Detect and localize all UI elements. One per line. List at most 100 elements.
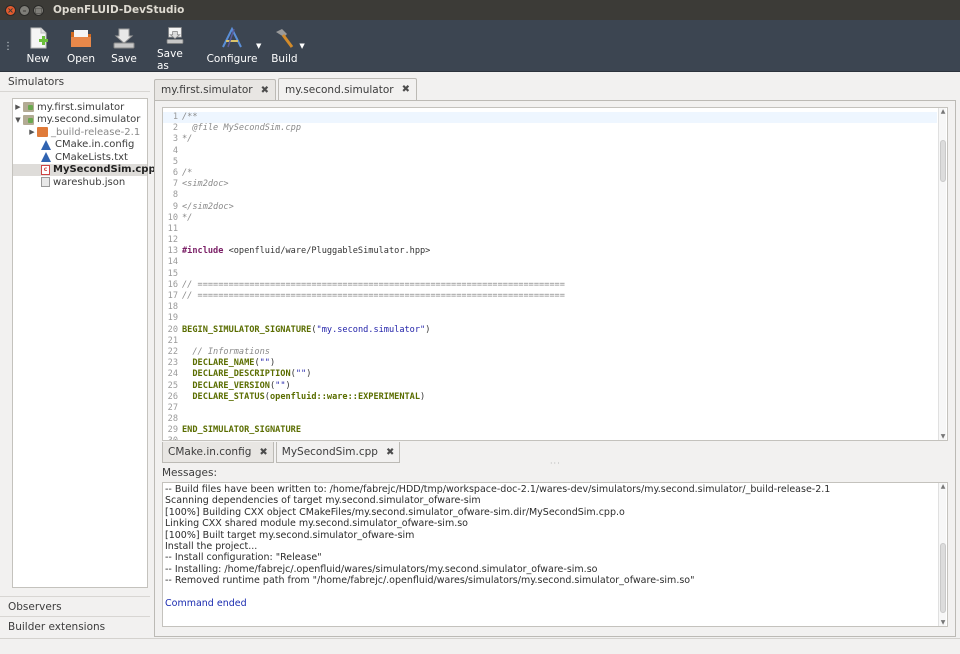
tab-my-second-simulator[interactable]: my.second.simulator ✖ [278,78,417,100]
code-text: DECLARE_STATUS(openfluid::ware::EXPERIME… [182,392,425,403]
save-as-button[interactable]: Save as [157,20,193,72]
line-number: 30 [163,436,182,440]
close-tab-icon[interactable]: ✖ [402,84,410,95]
messages-console[interactable]: -- Build files have been written to: /ho… [162,482,948,627]
code-text: /** [182,112,198,123]
configure-label: Configure [206,53,258,65]
line-number: 13 [167,246,178,257]
message-line: -- Install configuration: "Release" [165,552,322,564]
code-token: // =====================================… [182,291,565,301]
code-token: DECLARE_VERSION [182,380,270,391]
code-line: 7 <sim2doc> [163,179,937,190]
window-title: OpenFLUID-DevStudio [53,4,185,16]
tree-item-cmake-in-config[interactable]: CMake.in.config [13,139,147,152]
configure-button[interactable]: Configure [207,20,257,72]
builder-extensions-section-header[interactable]: Builder extensions [0,616,150,636]
cmake-icon [41,139,51,150]
code-line: 27 [163,403,937,414]
messages-splitter-handle[interactable]: ··· [550,459,561,468]
build-folder-icon [37,127,48,138]
code-line: 13 #include <openfluid/ware/PluggableSimu… [163,246,937,257]
code-token: <openfluid/ware/PluggableSimulator.hpp> [223,246,431,257]
code-editor[interactable]: 1/** 2 @file MySecondSim.cpp 3 */4 5 6/* 7 <sim… [162,107,948,441]
tree-item-label: my.second.simulator [37,114,141,126]
tree-item-label: MySecondSim.cpp [53,164,156,176]
tree-item-my-second-simulator[interactable]: ▼ my.second.simulator [13,114,147,127]
message-line: Install the project... [165,540,258,552]
close-window-button[interactable]: × [5,4,16,16]
save-button[interactable]: Save [111,20,137,72]
code-token: ) [420,391,426,402]
code-token: ) [285,380,291,391]
tree-item-wareshub-json[interactable]: wareshub.json [13,176,147,189]
code-token: // =====================================… [182,279,565,290]
cmake-icon [41,152,51,163]
line-number: 3 [172,134,178,145]
code-line: 9 </sim2doc> [163,202,937,213]
code-line: 20 BEGIN_SIMULATOR_SIGNATURE("my.second.s… [163,325,937,336]
expand-arrow-icon[interactable]: ▶ [13,103,23,111]
simulators-tree[interactable]: ▶ my.first.simulator ▼ my.second.simulat… [12,98,156,588]
code-line: 3 */ [163,134,937,145]
tab-my-first-simulator[interactable]: my.first.simulator ✖ [154,79,277,100]
line-number: 28 [167,414,178,425]
code-vertical-scrollbar[interactable]: ▲ ▼ [938,108,946,440]
code-text: */ [182,213,192,224]
messages-scroll-thumb[interactable] [940,543,946,613]
build-dropdown-arrow-icon[interactable]: ▼ [299,42,304,50]
line-number: 9 [172,201,178,212]
expand-arrow-icon[interactable]: ▶ [27,128,37,136]
tree-item-my-first-simulator[interactable]: ▶ my.first.simulator [13,101,147,114]
close-tab-icon[interactable]: ✖ [261,85,269,96]
code-token: #include [182,246,224,257]
code-lines: 1/** 2 @file MySecondSim.cpp 3 */4 5 6/* 7 <sim… [163,112,937,440]
scroll-up-arrow-icon[interactable]: ▲ [939,483,947,490]
collapse-arrow-icon[interactable]: ▼ [13,116,23,124]
code-text: */ [182,134,192,145]
line-number: 12 [167,235,178,246]
tab-mysecondsim-cpp[interactable]: MySecondSim.cpp ✖ [275,442,401,463]
tab-label: my.first.simulator [161,84,253,96]
messages-vertical-scrollbar[interactable]: ▲ ▼ [938,483,946,626]
code-token: // Informations [182,346,270,357]
tree-item-build-release[interactable]: ▶ _build-release-2.1 [13,126,147,139]
build-button[interactable]: Build [271,20,298,72]
close-tab-icon[interactable]: ✖ [386,447,394,458]
tab-cmake-in-config[interactable]: CMake.in.config ✖ [162,442,274,463]
line-number: 27 [167,402,178,413]
code-line: 15 [163,269,937,280]
save-icon [113,28,135,49]
code-line: 6 /* [163,168,937,179]
line-number: 17 [167,291,178,301]
save-as-icon [166,27,184,44]
code-token: */ [182,134,193,145]
scroll-down-arrow-icon[interactable]: ▼ [939,619,947,626]
code-text: END_SIMULATOR_SIGNATURE [182,425,301,436]
open-button[interactable]: Open [67,20,95,72]
build-label: Build [271,53,298,65]
line-number: 22 [167,346,178,357]
code-text: </sim2doc> [182,202,234,213]
code-line: 18 [163,302,937,313]
cpp-file-icon: c [41,164,50,175]
code-text: <sim2doc> [182,179,229,190]
scroll-down-arrow-icon[interactable]: ▼ [939,433,947,440]
close-tab-icon[interactable]: ✖ [259,447,267,458]
maximize-window-button[interactable]: □ [33,4,44,16]
code-token: @file MySecondSim.cpp [182,123,301,134]
scroll-up-arrow-icon[interactable]: ▲ [939,108,947,115]
configure-dropdown-arrow-icon[interactable]: ▼ [256,42,261,50]
message-line [165,587,935,598]
toolbar-handle-icon[interactable]: ⋮ [3,20,13,72]
observers-section-header[interactable]: Observers [0,596,150,616]
line-number: 20 [167,324,178,335]
tree-item-mysecondsim-cpp[interactable]: c MySecondSim.cpp [13,163,156,176]
tree-item-cmakelists[interactable]: CMakeLists.txt [13,151,147,164]
line-number: 5 [172,156,178,167]
code-text: // =====================================… [182,291,565,302]
simulators-section-header[interactable]: Simulators [0,72,150,92]
new-button[interactable]: New [27,20,49,72]
minimize-window-button[interactable]: – [19,4,30,16]
line-number: 8 [172,190,178,201]
code-scroll-thumb[interactable] [940,140,946,182]
